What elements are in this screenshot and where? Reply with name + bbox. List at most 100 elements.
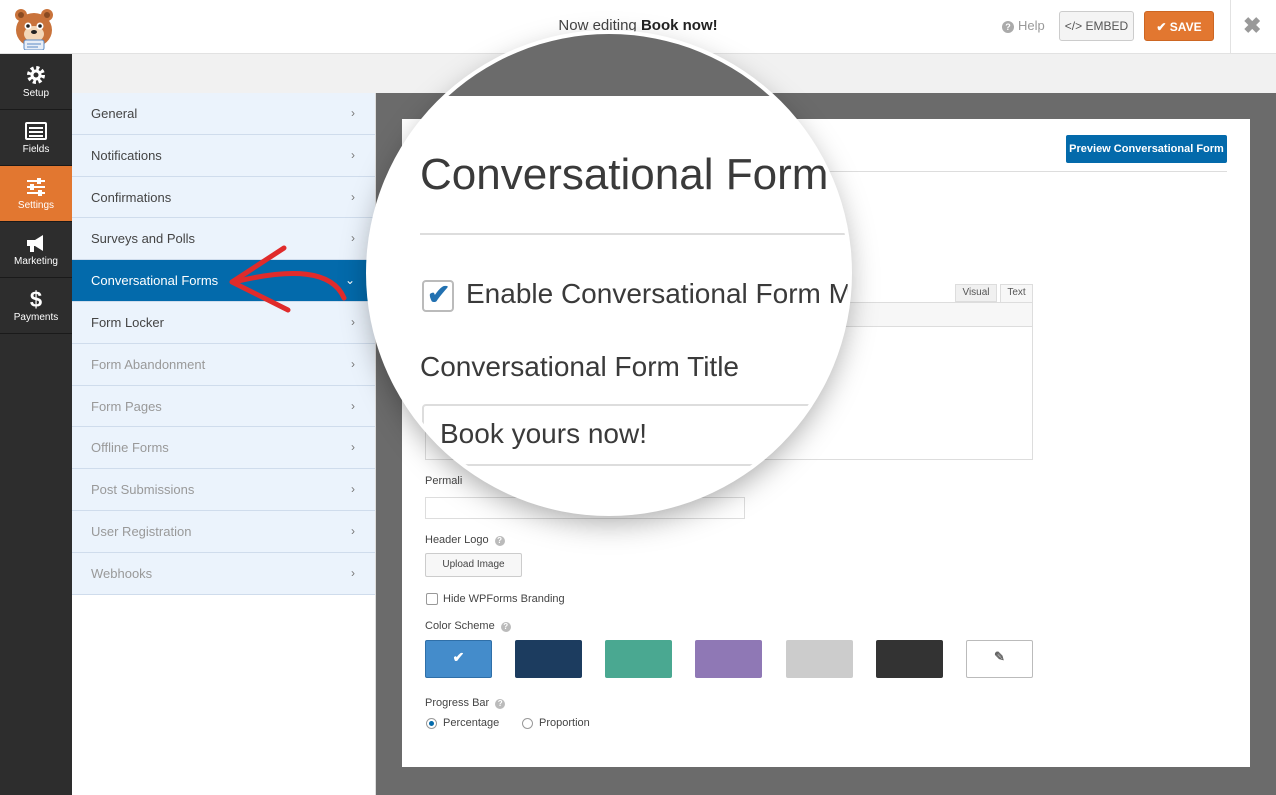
progress-bar-text: Progress Bar xyxy=(425,697,490,709)
tab-visual[interactable]: Visual xyxy=(955,284,997,302)
gear-icon xyxy=(27,66,45,84)
form-name: Book now! xyxy=(640,17,718,34)
settings-item-label: Surveys and Polls xyxy=(91,231,196,247)
settings-item-label: Conversational Forms xyxy=(91,273,219,289)
color-swatch-gray[interactable] xyxy=(786,640,853,678)
settings-item-notifications[interactable]: Notifications › xyxy=(72,134,375,177)
header-logo-label: Header Logo? xyxy=(425,534,505,546)
settings-item-label: General xyxy=(91,106,138,121)
check-icon: ✔ xyxy=(1156,20,1167,34)
settings-item-offline-forms[interactable]: Offline Forms › xyxy=(72,427,375,470)
enable-conversational-checkbox[interactable]: ✔ xyxy=(422,279,454,312)
chevron-right-icon: › xyxy=(351,106,355,120)
progress-bar-label: Progress Bar? xyxy=(425,697,506,709)
builder-sidebar: Setup Fields Settings Marketing $ Paymen… xyxy=(0,54,72,795)
help-icon[interactable]: ? xyxy=(494,536,505,546)
color-swatch-navy[interactable] xyxy=(515,640,582,678)
settings-item-post-submissions[interactable]: Post Submissions › xyxy=(72,469,375,511)
editing-prefix: Now editing xyxy=(558,17,637,34)
color-swatch-dark[interactable] xyxy=(876,640,943,678)
checkmark-icon: ✔ xyxy=(427,279,451,310)
tab-text[interactable]: Text xyxy=(1000,284,1033,302)
header-divider xyxy=(1230,0,1231,54)
magnified-divider xyxy=(420,233,848,235)
settings-item-confirmations[interactable]: Confirmations › xyxy=(72,176,375,219)
radio-proportion[interactable] xyxy=(522,718,533,729)
color-swatch-teal[interactable] xyxy=(605,640,672,678)
settings-item-label: Offline Forms xyxy=(91,440,169,456)
megaphone-icon xyxy=(27,235,43,252)
annotation-arrow-icon xyxy=(229,245,347,313)
settings-item-label: Webhooks xyxy=(91,565,153,581)
settings-item-form-abandonment[interactable]: Form Abandonment › xyxy=(72,343,375,386)
embed-button[interactable]: </> EMBED xyxy=(1059,11,1134,41)
conversational-title-value: Book yours now! xyxy=(440,418,647,449)
settings-item-label: Form Abandonment xyxy=(91,356,206,372)
settings-item-form-pages[interactable]: Form Pages › xyxy=(72,385,375,428)
sidebar-label-fields: Fields xyxy=(22,144,50,155)
preview-conversational-form-button[interactable]: Preview Conversational Form xyxy=(1066,135,1227,163)
magnifier-content: Conversational Form ✔ Enable Conversatio… xyxy=(370,34,848,512)
settings-item-label: Form Locker xyxy=(91,314,164,330)
hide-branding-label: Hide WPForms Branding xyxy=(443,593,565,605)
settings-item-webhooks[interactable]: Webhooks › xyxy=(72,552,375,595)
sidebar-item-fields[interactable]: Fields xyxy=(0,110,72,166)
color-scheme-text: Color Scheme xyxy=(425,620,495,632)
chevron-right-icon: › xyxy=(351,147,355,162)
sidebar-label-marketing: Marketing xyxy=(14,256,58,267)
settings-item-general[interactable]: General › xyxy=(72,93,375,135)
save-label: SAVE xyxy=(1169,20,1202,34)
magnified-section-title: Conversational Form xyxy=(420,150,829,199)
chevron-right-icon: › xyxy=(351,356,355,371)
custom-color-picker[interactable]: ✎ xyxy=(966,640,1033,678)
sidebar-label-setup: Setup xyxy=(22,88,50,99)
chevron-right-icon: › xyxy=(351,523,355,538)
settings-item-label: Post Submissions xyxy=(91,482,195,498)
sidebar-item-setup[interactable]: Setup xyxy=(0,54,72,110)
color-swatch-blue[interactable]: ✔ xyxy=(425,640,492,678)
sidebar-item-settings[interactable]: Settings xyxy=(0,166,72,222)
help-icon[interactable]: ? xyxy=(495,699,506,709)
sidebar-label-payments: Payments xyxy=(13,312,59,323)
enable-conversational-label: Enable Conversational Form M xyxy=(466,278,848,309)
sliders-icon xyxy=(27,178,45,196)
embed-label: EMBED xyxy=(1085,19,1129,33)
sidebar-item-marketing[interactable]: Marketing xyxy=(0,222,72,278)
upload-image-button[interactable]: Upload Image xyxy=(425,553,522,577)
settings-item-label: Form Pages xyxy=(91,398,162,414)
radio-percentage-label: Percentage xyxy=(443,717,500,729)
color-scheme-label: Color Scheme? xyxy=(425,620,511,632)
wpforms-logo xyxy=(8,4,60,51)
radio-proportion-label: Proportion xyxy=(539,717,590,729)
settings-item-user-registration[interactable]: User Registration › xyxy=(72,510,375,553)
svg-text:$: $ xyxy=(30,288,42,310)
sidebar-label-settings: Settings xyxy=(17,200,55,211)
help-label: Help xyxy=(1018,18,1045,33)
header-logo-text: Header Logo xyxy=(425,534,489,546)
chevron-right-icon: › xyxy=(351,565,355,580)
magnifier-callout: Conversational Form ✔ Enable Conversatio… xyxy=(370,34,848,512)
chevron-right-icon: › xyxy=(351,398,355,413)
save-button[interactable]: ✔ SAVE xyxy=(1144,11,1214,41)
help-link[interactable]: ? Help xyxy=(1002,18,1045,33)
fields-icon xyxy=(25,122,47,140)
settings-item-label: User Registration xyxy=(91,523,192,539)
settings-item-label: Confirmations xyxy=(91,189,172,205)
sidebar-item-payments[interactable]: $ Payments xyxy=(0,278,72,334)
chevron-right-icon: › xyxy=(351,440,355,455)
code-icon: </> xyxy=(1064,19,1083,33)
dollar-icon: $ xyxy=(30,288,42,310)
conversational-title-label: Conversational Form Title xyxy=(420,351,740,382)
settings-item-label: Notifications xyxy=(91,147,162,163)
color-swatch-purple[interactable] xyxy=(695,640,762,678)
close-icon[interactable]: ✖ xyxy=(1243,13,1261,39)
check-icon: ✔ xyxy=(452,649,465,665)
chevron-right-icon: › xyxy=(351,189,355,204)
chevron-right-icon: › xyxy=(351,482,355,497)
settings-panel: General › Notifications › Confirmations › S… xyxy=(72,93,376,795)
eyedropper-icon: ✎ xyxy=(994,649,1005,664)
help-icon[interactable]: ? xyxy=(500,622,511,632)
hide-branding-checkbox[interactable] xyxy=(426,593,438,605)
radio-percentage[interactable] xyxy=(426,718,437,729)
question-icon: ? xyxy=(1002,21,1014,33)
